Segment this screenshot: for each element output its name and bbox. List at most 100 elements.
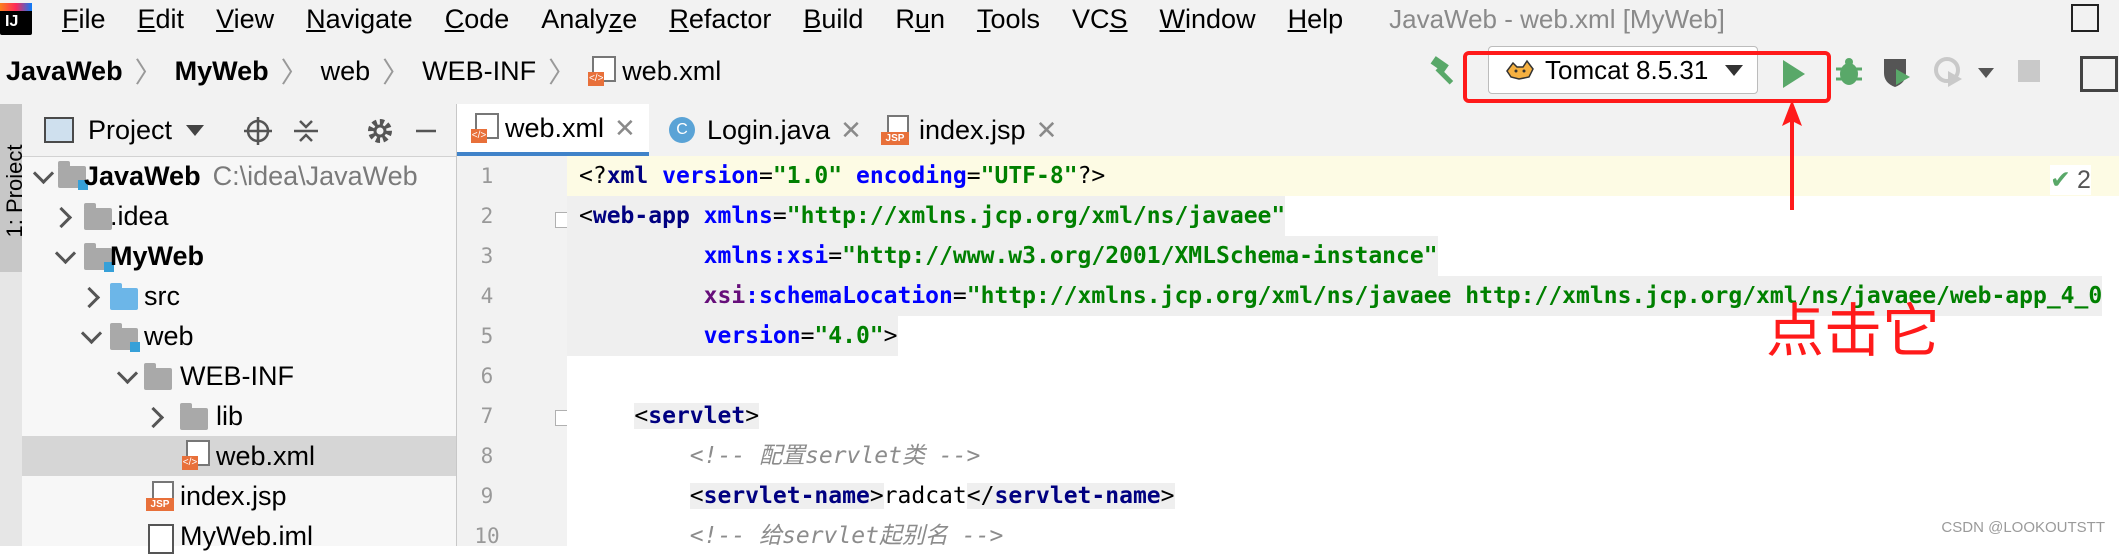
menu-analyze[interactable]: Analyze	[525, 4, 653, 35]
project-structure-icon[interactable]	[2080, 56, 2118, 92]
chevron-down-icon[interactable]	[80, 322, 103, 345]
tree-item-label: WEB-INF	[180, 360, 294, 391]
chevron-right-icon: 〉	[280, 57, 309, 88]
tree-item-myweb[interactable]: MyWeb	[22, 236, 456, 276]
line-number-gutter: 1 2 3 4 5 6 7 8 9 10	[457, 156, 567, 548]
close-icon[interactable]: ✕	[614, 113, 636, 144]
line-number: 3	[480, 244, 494, 268]
breadcrumb-item[interactable]: WEB-INF	[416, 56, 542, 87]
web-folder-icon	[110, 323, 140, 352]
line-number: 6	[480, 364, 494, 388]
project-view-selector[interactable]: Project	[88, 115, 172, 146]
editor-tab-bar: </> web.xml ✕ C Login.java ✕ JSP index.j…	[457, 104, 2119, 157]
maximize-icon[interactable]	[2071, 4, 2099, 32]
jsp-file-icon: JSP	[881, 115, 909, 145]
tree-item-lib[interactable]: lib	[22, 396, 456, 436]
project-panel: Project JavaWeb C:\idea\JavaWeb .idea My…	[22, 104, 457, 554]
gear-icon[interactable]	[366, 117, 394, 145]
tree-item-myweb-iml[interactable]: MyWeb.iml	[22, 516, 456, 556]
collapse-all-icon[interactable]	[292, 117, 320, 145]
menu-run[interactable]: Run	[879, 4, 961, 35]
inspection-status[interactable]: ✔ 2	[2050, 165, 2091, 195]
module-folder-icon	[84, 243, 114, 272]
source-folder-icon	[110, 283, 138, 310]
chevron-right-icon[interactable]	[78, 286, 101, 309]
tree-item-web-xml[interactable]: </> web.xml	[22, 436, 456, 476]
tree-item-idea[interactable]: .idea	[22, 196, 456, 236]
tab-label: index.jsp	[919, 114, 1026, 145]
menu-refactor[interactable]: Refactor	[653, 4, 787, 35]
profiler-icon[interactable]	[1932, 55, 1966, 89]
close-icon[interactable]: ✕	[1036, 115, 1058, 146]
menu-build[interactable]: Build	[787, 4, 879, 35]
tree-item-path: C:\idea\JavaWeb	[212, 160, 418, 191]
tree-item-label: web	[144, 320, 194, 351]
line-number: 1	[480, 164, 494, 188]
tree-item-label: .idea	[110, 200, 169, 231]
tab-web-xml[interactable]: </> web.xml ✕	[457, 104, 649, 156]
folder-icon	[180, 403, 208, 430]
menu-window[interactable]: Window	[1144, 4, 1272, 35]
line-number: 2	[480, 204, 494, 228]
chevron-right-icon: 〉	[134, 57, 163, 88]
tree-item-label: JavaWeb	[84, 160, 201, 191]
line-number: 8	[480, 444, 494, 468]
menu-tools[interactable]: Tools	[961, 4, 1056, 35]
breadcrumb-label: web.xml	[622, 55, 722, 86]
tree-item-label: MyWeb	[110, 240, 205, 271]
breadcrumb-item[interactable]: </> web.xml	[582, 56, 727, 87]
menu-file[interactable]: File	[46, 4, 122, 35]
code-line: <servlet-name>radcat</servlet-name>	[689, 483, 1175, 509]
tab-index-jsp[interactable]: JSP index.jsp ✕	[881, 104, 1057, 156]
menu-help[interactable]: Help	[1272, 4, 1360, 35]
run-with-coverage-icon[interactable]	[1880, 55, 1914, 89]
code-line: xmlns:xsi="http://www.w3.org/2001/XMLSch…	[567, 236, 1438, 276]
jsp-file-icon: JSP	[146, 481, 174, 511]
debug-bug-icon[interactable]	[1832, 55, 1866, 89]
close-icon[interactable]: ✕	[840, 115, 862, 146]
tree-item-web[interactable]: web	[22, 316, 456, 356]
tree-item-index-jsp[interactable]: JSP index.jsp	[22, 476, 456, 516]
chevron-right-icon[interactable]	[142, 406, 165, 429]
tree-item-label: src	[144, 280, 180, 311]
logo-text: IJ	[5, 13, 19, 30]
menu-edit[interactable]: Edit	[122, 4, 201, 35]
stop-icon[interactable]	[2018, 60, 2040, 82]
tree-item-src[interactable]: src	[22, 276, 456, 316]
chevron-down-icon[interactable]	[116, 362, 139, 385]
check-icon: ✔	[2050, 166, 2071, 194]
breadcrumb-item[interactable]: MyWeb	[169, 56, 275, 87]
folder-icon	[84, 203, 112, 230]
window-title: JavaWeb - web.xml [MyWeb]	[1389, 3, 1725, 34]
chevron-down-icon[interactable]	[54, 242, 77, 265]
xml-file-icon: </>	[588, 56, 617, 86]
chevron-right-icon: 〉	[382, 57, 411, 88]
build-hammer-icon[interactable]	[1428, 54, 1462, 88]
run-highlight-box	[1463, 51, 1831, 103]
code-line: <!-- 给servlet起别名 -->	[689, 523, 1004, 546]
menu-code[interactable]: Code	[429, 4, 526, 35]
chevron-down-icon[interactable]	[32, 162, 55, 185]
menu-view[interactable]: View	[200, 4, 290, 35]
xml-file-icon: </>	[471, 113, 499, 143]
breadcrumb-item[interactable]: web	[315, 56, 377, 87]
line-number: 5	[480, 324, 494, 348]
hide-minus-icon[interactable]	[412, 117, 440, 145]
annotation-arrow-icon	[1782, 100, 1802, 210]
locate-target-icon[interactable]	[244, 117, 272, 145]
breadcrumb-label: MyWeb	[174, 55, 269, 86]
breadcrumb-item[interactable]: JavaWeb	[0, 56, 129, 87]
xml-file-icon: </>	[182, 440, 210, 470]
menu-navigate[interactable]: Navigate	[290, 4, 429, 35]
chevron-right-icon: 〉	[548, 57, 577, 88]
chevron-down-icon[interactable]	[186, 124, 205, 136]
chevron-right-icon[interactable]	[50, 206, 73, 229]
chevron-down-icon[interactable]	[1978, 68, 1994, 78]
annotation-note: 点击它	[1766, 297, 1941, 365]
tab-label: Login.java	[707, 114, 831, 145]
code-line: <!-- 配置servlet类 -->	[689, 443, 981, 469]
tab-login-java[interactable]: C Login.java ✕	[669, 104, 862, 156]
tree-item-web-inf[interactable]: WEB-INF	[22, 356, 456, 396]
tree-item-javaweb[interactable]: JavaWeb C:\idea\JavaWeb	[22, 156, 456, 196]
menu-vcs[interactable]: VCS	[1056, 4, 1144, 35]
